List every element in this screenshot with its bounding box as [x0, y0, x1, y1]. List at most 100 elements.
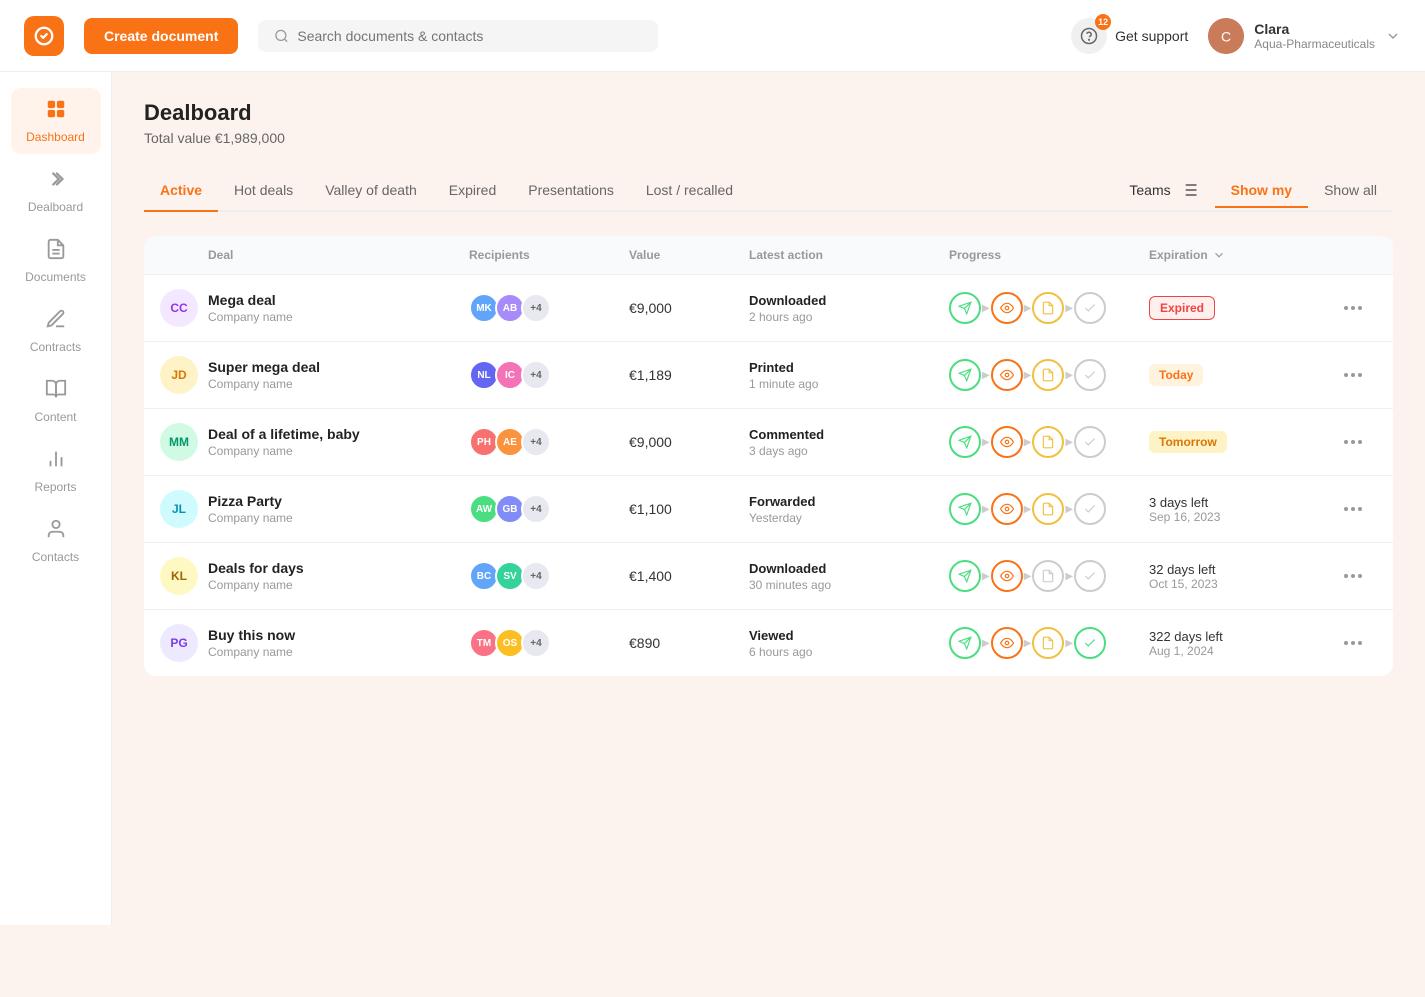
deal-value: €1,400: [629, 568, 749, 584]
expiration: Expired: [1149, 296, 1329, 320]
recipients: AW GB +4: [469, 494, 629, 524]
latest-action: Printed 1 minute ago: [749, 360, 949, 391]
user-info: Clara Aqua-Pharmaceuticals: [1254, 21, 1375, 51]
progress-icons: ▶ ▶ ▶: [949, 292, 1149, 324]
progress-icons: ▶ ▶ ▶: [949, 493, 1149, 525]
contacts-icon: [45, 518, 67, 546]
deal-value: €9,000: [629, 300, 749, 316]
teams-label: Teams: [1129, 182, 1170, 198]
progress-signed: [1074, 426, 1106, 458]
deal-avatar-mm: MM: [160, 423, 208, 461]
progress-icons: ▶ ▶ ▶: [949, 627, 1149, 659]
tab-active[interactable]: Active: [144, 170, 218, 212]
tab-presentations[interactable]: Presentations: [512, 170, 630, 212]
deals-table: Deal Recipients Value Latest action Prog…: [144, 236, 1393, 676]
sidebar-item-label: Documents: [25, 270, 86, 284]
recipients: TM OS +4: [469, 628, 629, 658]
progress-viewed: [991, 627, 1023, 659]
teams-filter[interactable]: Teams: [1129, 180, 1198, 200]
progress-reviewed: [1032, 627, 1064, 659]
recipient-more: +4: [521, 494, 551, 524]
progress-viewed: [991, 426, 1023, 458]
progress-reviewed: [1032, 292, 1064, 324]
topnav: Create document 12 Get support Clara Aqu…: [0, 0, 1425, 72]
recipients: PH AE +4: [469, 427, 629, 457]
table-row: CC Mega deal Company name MK AB +4 €9,00…: [144, 275, 1393, 342]
th-value: Value: [629, 248, 749, 262]
progress-sent: [949, 426, 981, 458]
support-icon: 12: [1071, 18, 1107, 54]
sidebar-item-label: Dashboard: [26, 130, 85, 144]
sidebar-item-label: Reports: [34, 480, 76, 494]
sidebar-item-label: Contracts: [30, 340, 81, 354]
more-actions-button[interactable]: [1329, 373, 1377, 377]
progress-viewed: [991, 560, 1023, 592]
table-row: KL Deals for days Company name BC SV +4 …: [144, 543, 1393, 610]
more-actions-button[interactable]: [1329, 641, 1377, 645]
deal-info: Pizza Party Company name: [208, 493, 469, 525]
recipients: BC SV +4: [469, 561, 629, 591]
deal-avatar-cc: CC: [160, 289, 208, 327]
logo-icon: [24, 16, 64, 56]
deal-value: €890: [629, 635, 749, 651]
contracts-icon: [45, 308, 67, 336]
tab-expired[interactable]: Expired: [433, 170, 512, 212]
progress-reviewed: [1032, 560, 1064, 592]
more-actions-button[interactable]: [1329, 574, 1377, 578]
expiration: 32 days left Oct 15, 2023: [1149, 562, 1329, 591]
dashboard-icon: [45, 98, 67, 126]
user-menu[interactable]: Clara Aqua-Pharmaceuticals: [1208, 18, 1401, 54]
sidebar-item-reports[interactable]: Reports: [11, 438, 101, 504]
th-avatar: [160, 248, 208, 262]
avatar: [1208, 18, 1244, 54]
sidebar-item-dealboard[interactable]: Dealboard: [11, 158, 101, 224]
page-subtitle: Total value €1,989,000: [144, 130, 1393, 146]
notification-badge: 12: [1095, 14, 1111, 30]
sidebar-item-content[interactable]: Content: [11, 368, 101, 434]
deal-value: €1,100: [629, 501, 749, 517]
more-actions-button[interactable]: [1329, 440, 1377, 444]
more-actions-button[interactable]: [1329, 507, 1377, 511]
sidebar-item-documents[interactable]: Documents: [11, 228, 101, 294]
show-my-button[interactable]: Show my: [1215, 174, 1308, 208]
progress-sent: [949, 493, 981, 525]
sidebar-item-contacts[interactable]: Contacts: [11, 508, 101, 574]
expiration: 3 days left Sep 16, 2023: [1149, 495, 1329, 524]
sidebar-item-contracts[interactable]: Contracts: [11, 298, 101, 364]
nav-right: 12 Get support Clara Aqua-Pharmaceutical…: [1071, 18, 1401, 54]
chevron-down-icon: [1385, 28, 1401, 44]
latest-action: Downloaded 30 minutes ago: [749, 561, 949, 592]
deal-info: Mega deal Company name: [208, 292, 469, 324]
recipient-more: +4: [521, 628, 551, 658]
th-progress: Progress: [949, 248, 1149, 262]
search-bar: [258, 20, 658, 52]
progress-sent: [949, 359, 981, 391]
sidebar-item-label: Content: [34, 410, 76, 424]
deal-value: €9,000: [629, 434, 749, 450]
dealboard-icon: [45, 168, 67, 196]
support-button[interactable]: 12 Get support: [1071, 18, 1188, 54]
search-input[interactable]: [297, 28, 642, 44]
th-latest-action: Latest action: [749, 248, 949, 262]
tab-lost[interactable]: Lost / recalled: [630, 170, 749, 212]
progress-signed: [1074, 560, 1106, 592]
deal-avatar-kl: KL: [160, 557, 208, 595]
tabs-row: Active Hot deals Valley of death Expired…: [144, 170, 1393, 212]
progress-icons: ▶ ▶ ▶: [949, 560, 1149, 592]
progress-reviewed: [1032, 359, 1064, 391]
progress-reviewed: [1032, 493, 1064, 525]
tab-valley[interactable]: Valley of death: [309, 170, 433, 212]
more-actions-button[interactable]: [1329, 306, 1377, 310]
create-document-button[interactable]: Create document: [84, 18, 238, 54]
progress-sent: [949, 560, 981, 592]
recipients: NL IC +4: [469, 360, 629, 390]
sidebar-item-dashboard[interactable]: Dashboard: [11, 88, 101, 154]
th-actions: [1329, 248, 1377, 262]
recipients: MK AB +4: [469, 293, 629, 323]
expiration: Tomorrow: [1149, 431, 1329, 453]
table-row: MM Deal of a lifetime, baby Company name…: [144, 409, 1393, 476]
tab-hot-deals[interactable]: Hot deals: [218, 170, 309, 212]
show-all-button[interactable]: Show all: [1308, 174, 1393, 206]
search-icon: [274, 28, 289, 44]
sort-icon: [1212, 248, 1226, 262]
